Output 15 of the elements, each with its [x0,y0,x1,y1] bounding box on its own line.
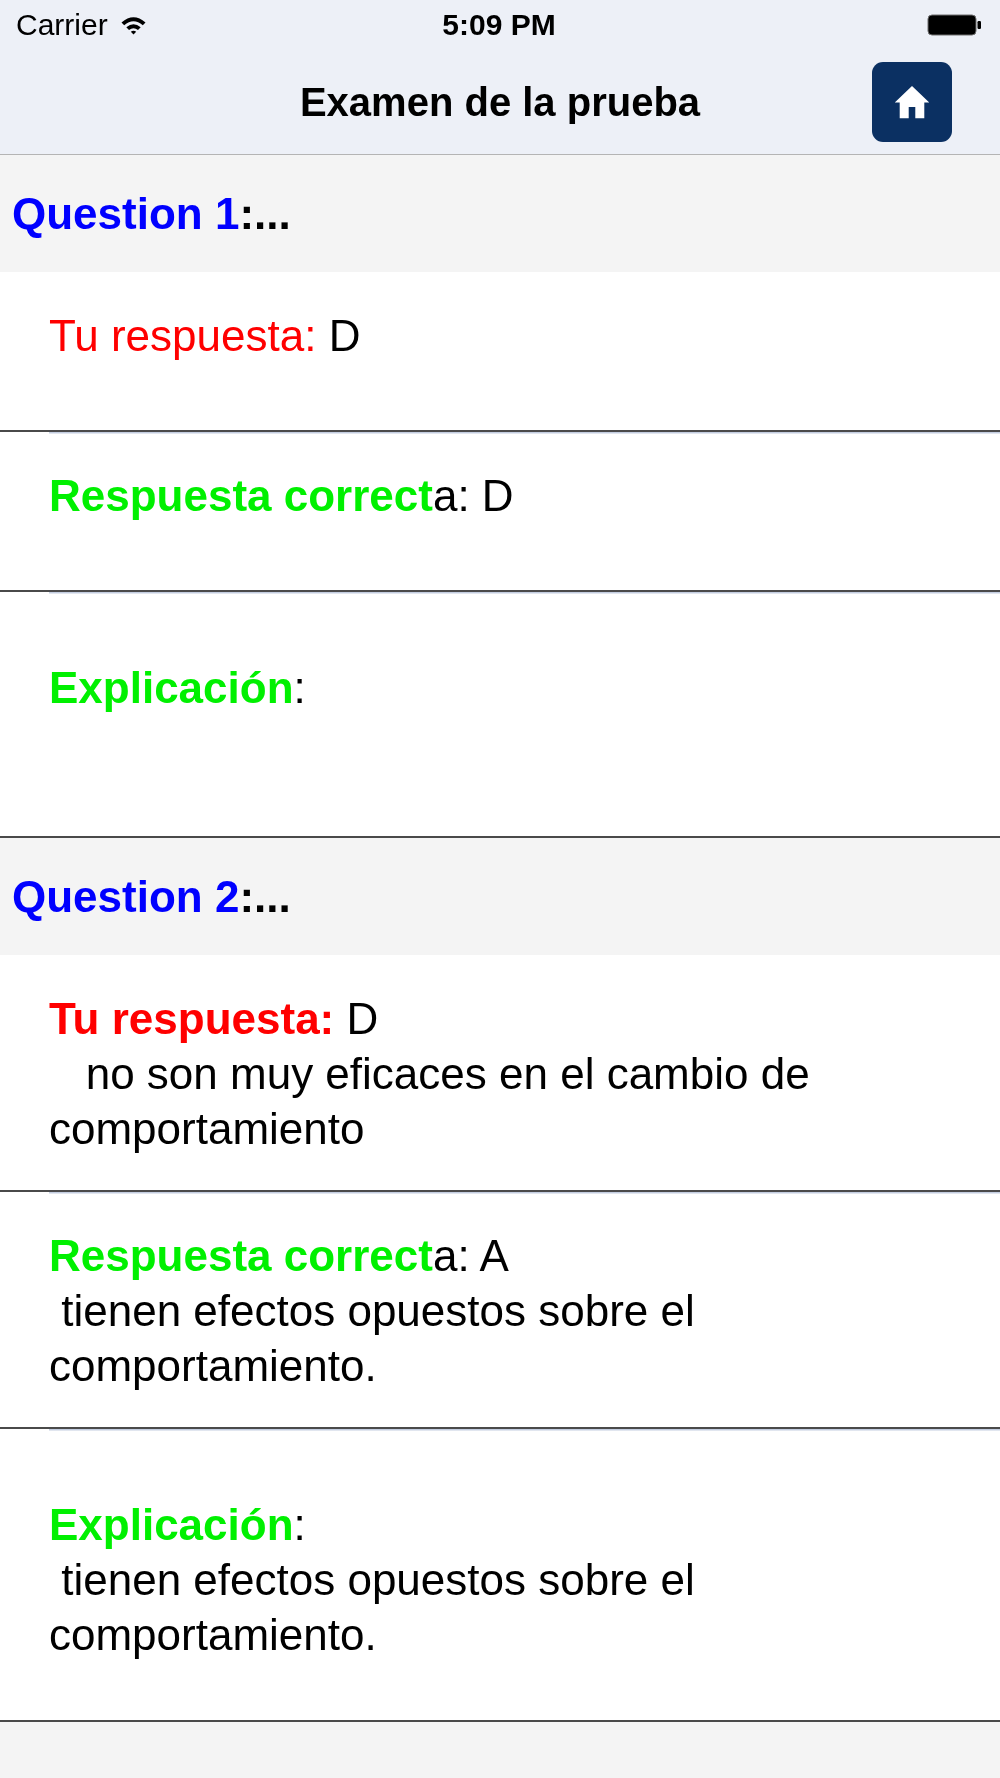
correct-answer-text: Respuesta correcta: A tienen efectos opuestos sobre el comportamiento. [49,1230,696,1392]
your-answer-text: Tu respuesta: D [49,310,362,362]
question-title: Question 1:... [12,188,291,239]
battery-icon [927,14,982,36]
correct-answer-text: Respuesta correcta: D [49,470,515,522]
carrier-label: Carrier [16,8,108,42]
your-answer-text: Tu respuesta: D no son muy eficaces en el cambio de comportamiento [49,993,811,1155]
home-button[interactable] [872,62,952,142]
clock-time: 5:09 PM [442,8,556,42]
explanation-text: Explicación: tienen efectos opuestos sobre el comportamiento. [49,1499,696,1661]
nav-title: Examen de la prueba [299,79,701,125]
wifi-icon [119,15,147,35]
home-icon [894,85,930,119]
explanation-text: Explicación: [49,662,307,714]
question-title: Question 2:... [12,871,291,922]
